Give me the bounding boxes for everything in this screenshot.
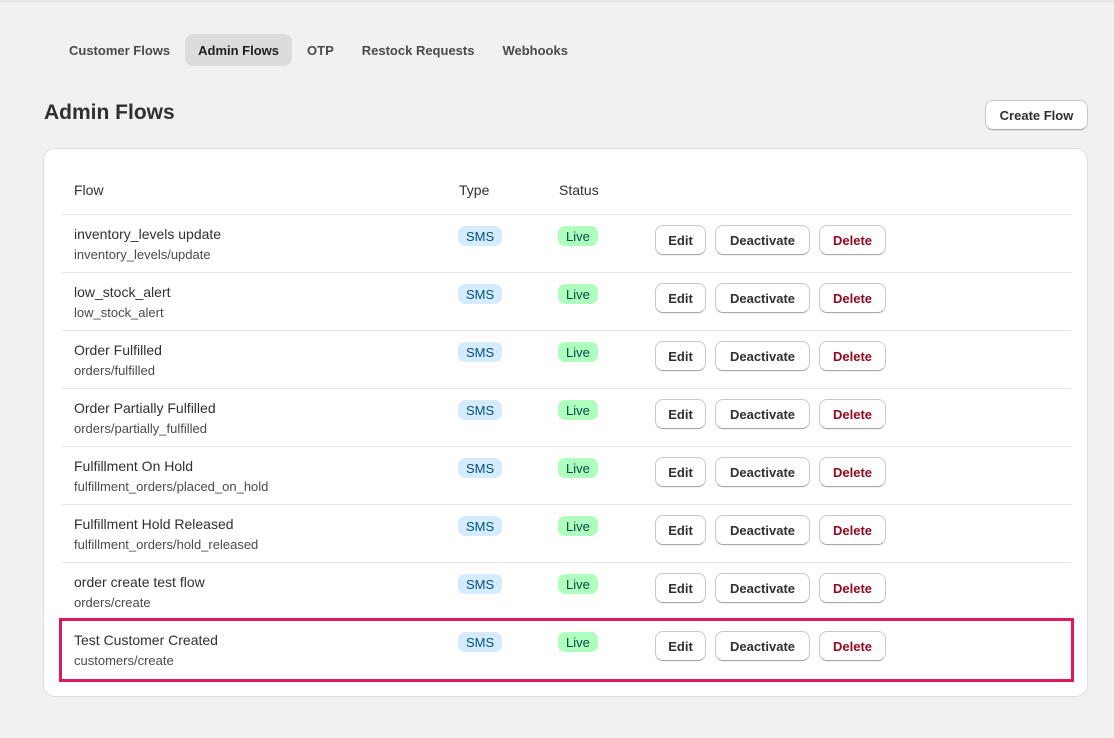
page-title: Admin Flows [44, 101, 175, 124]
status-badge: Live [558, 342, 598, 362]
edit-button[interactable]: Edit [655, 225, 706, 255]
delete-button[interactable]: Delete [819, 283, 886, 313]
edit-button[interactable]: Edit [655, 457, 706, 487]
status-badge: Live [558, 516, 598, 536]
type-badge: SMS [458, 516, 503, 536]
status-badge: Live [558, 574, 598, 594]
deactivate-button[interactable]: Deactivate [715, 457, 810, 487]
type-badge: SMS [458, 458, 503, 478]
edit-button[interactable]: Edit [655, 283, 706, 313]
delete-button[interactable]: Delete [819, 573, 886, 603]
column-header-type: Type [459, 182, 490, 198]
tab-restock-requests[interactable]: Restock Requests [349, 34, 488, 66]
type-badge: SMS [458, 226, 503, 246]
delete-button[interactable]: Delete [819, 341, 886, 371]
flow-name: Order Fulfilled [74, 342, 162, 358]
edit-button[interactable]: Edit [655, 515, 706, 545]
edit-button[interactable]: Edit [655, 341, 706, 371]
flow-topic: orders/create [74, 595, 151, 610]
flow-name: Fulfillment On Hold [74, 458, 194, 474]
type-badge: SMS [458, 342, 503, 362]
flow-topic: low_stock_alert [74, 305, 164, 320]
table-row: Fulfillment Hold Released fulfillment_ord… [62, 505, 1071, 563]
column-header-flow: Flow [74, 182, 104, 198]
edit-button[interactable]: Edit [655, 631, 706, 661]
type-badge: SMS [458, 284, 503, 304]
table-row: order create test flow orders/create SMS Li… [62, 563, 1071, 621]
flow-topic: customers/create [74, 653, 174, 668]
deactivate-button[interactable]: Deactivate [715, 631, 810, 661]
flow-name: inventory_levels update [74, 226, 222, 242]
deactivate-button[interactable]: Deactivate [715, 341, 810, 371]
delete-button[interactable]: Delete [819, 631, 886, 661]
flow-topic: orders/partially_fulfilled [74, 421, 207, 436]
type-badge: SMS [458, 574, 503, 594]
flow-topic: fulfillment_orders/placed_on_hold [74, 479, 269, 494]
deactivate-button[interactable]: Deactivate [715, 225, 810, 255]
flow-name: low_stock_alert [74, 284, 171, 300]
flows-table-card: Flow Type Status inventory_levels update… [43, 148, 1088, 697]
status-badge: Live [558, 400, 598, 420]
flow-topic: inventory_levels/update [74, 247, 211, 262]
tab-customer-flows[interactable]: Customer Flows [56, 34, 183, 66]
flow-topic: fulfillment_orders/hold_released [74, 537, 259, 552]
status-badge: Live [558, 226, 598, 246]
delete-button[interactable]: Delete [819, 225, 886, 255]
flow-tabs: Customer Flows Admin Flows OTP Restock R… [56, 34, 581, 66]
edit-button[interactable]: Edit [655, 399, 706, 429]
status-badge: Live [558, 632, 598, 652]
status-badge: Live [558, 284, 598, 304]
table-header: Flow Type Status [62, 149, 1071, 215]
deactivate-button[interactable]: Deactivate [715, 573, 810, 603]
delete-button[interactable]: Delete [819, 399, 886, 429]
status-badge: Live [558, 458, 598, 478]
flow-name: Order Partially Fulfilled [74, 400, 216, 416]
flow-name: Fulfillment Hold Released [74, 516, 234, 532]
tab-webhooks[interactable]: Webhooks [489, 34, 581, 66]
flow-name: order create test flow [74, 574, 205, 590]
tab-admin-flows[interactable]: Admin Flows [185, 34, 293, 66]
table-row: Fulfillment On Hold fulfillment_orders/pl… [62, 447, 1071, 505]
table-row: low_stock_alert low_stock_alert SMS Live Edi… [62, 273, 1071, 331]
deactivate-button[interactable]: Deactivate [715, 515, 810, 545]
create-flow-button[interactable]: Create Flow [985, 100, 1088, 130]
top-divider [0, 0, 1114, 2]
table-row: Order Partially Fulfilled orders/partiall… [62, 389, 1071, 447]
column-header-status: Status [559, 182, 599, 198]
flows-table-body: inventory_levels update inventory_levels/… [59, 215, 1074, 682]
edit-button[interactable]: Edit [655, 573, 706, 603]
tab-otp[interactable]: OTP [294, 34, 347, 66]
table-row-highlighted: Test Customer Created customers/create SMS… [59, 618, 1074, 682]
table-row: inventory_levels update inventory_levels/… [62, 215, 1071, 273]
delete-button[interactable]: Delete [819, 457, 886, 487]
deactivate-button[interactable]: Deactivate [715, 399, 810, 429]
table-row: Order Fulfilled orders/fulfilled SMS Live Ed… [62, 331, 1071, 389]
flow-topic: orders/fulfilled [74, 363, 155, 378]
type-badge: SMS [458, 632, 503, 652]
delete-button[interactable]: Delete [819, 515, 886, 545]
flow-name: Test Customer Created [74, 632, 218, 648]
deactivate-button[interactable]: Deactivate [715, 283, 810, 313]
type-badge: SMS [458, 400, 503, 420]
